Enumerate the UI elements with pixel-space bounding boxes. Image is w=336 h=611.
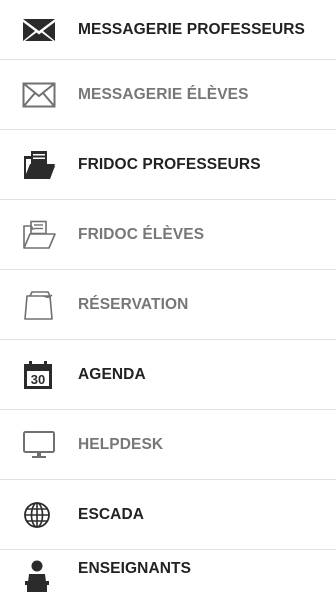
menu-item-label: AGENDA [78, 365, 146, 383]
menu-item-label: ENSEIGNANTS [78, 560, 192, 577]
calendar-day-number: 30 [31, 372, 45, 387]
menu-item-helpdesk[interactable]: HELPDESK [0, 410, 336, 480]
menu-item-fridoc-eleves[interactable]: FRIDOC ÉLÈVES [0, 200, 336, 270]
menu-item-label: MESSAGERIE ÉLÈVES [78, 85, 249, 103]
menu-item-label: FRIDOC PROFESSEURS [78, 155, 261, 173]
menu-item-messagerie-professeurs[interactable]: MESSAGERIE PROFESSEURS [0, 0, 336, 60]
menu-item-label: FRIDOC ÉLÈVES [78, 225, 205, 243]
navigation-menu: MESSAGERIE PROFESSEURS MESSAGERIE ÉLÈVES [0, 0, 336, 611]
menu-item-escada[interactable]: ESCADA [0, 480, 336, 550]
globe-icon [22, 499, 58, 531]
menu-item-agenda[interactable]: 30 AGENDA [0, 340, 336, 410]
menu-item-label: MESSAGERIE PROFESSEURS [78, 20, 305, 38]
menu-item-label: HELPDESK [78, 435, 164, 453]
menu-item-fridoc-professeurs[interactable]: FRIDOC PROFESSEURS [0, 130, 336, 200]
folder-filled-icon [22, 149, 58, 181]
menu-item-reservation[interactable]: RÉSERVATION [0, 270, 336, 340]
menu-item-enseignants[interactable]: ENSEIGNANTS [0, 550, 336, 601]
notepad-icon [22, 289, 58, 321]
calendar-icon: 30 [22, 359, 58, 391]
menu-item-messagerie-eleves[interactable]: MESSAGERIE ÉLÈVES [0, 60, 336, 130]
monitor-icon [22, 429, 58, 461]
envelope-filled-icon [22, 14, 58, 46]
menu-item-label: ESCADA [78, 505, 145, 523]
menu-item-label: RÉSERVATION [78, 295, 189, 313]
folder-outline-icon [22, 219, 58, 251]
teacher-icon [22, 560, 58, 592]
envelope-outline-icon [22, 79, 58, 111]
